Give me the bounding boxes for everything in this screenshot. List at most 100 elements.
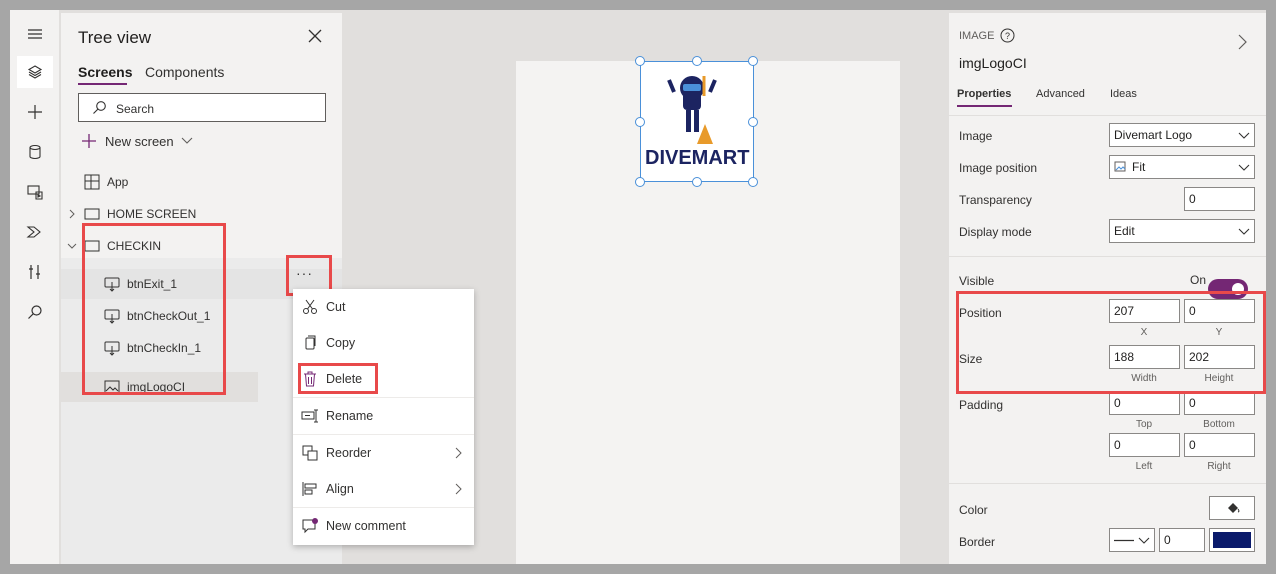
resize-handle[interactable] [748, 117, 758, 127]
left-rail [10, 10, 60, 564]
padding-label: Padding [959, 398, 1004, 412]
tree-item-app[interactable]: App [61, 167, 342, 197]
button-control-icon [104, 277, 120, 292]
resize-handle[interactable] [635, 56, 645, 66]
more-options-button[interactable]: ··· [296, 265, 313, 281]
border-label: Border [959, 535, 996, 549]
resize-handle[interactable] [748, 56, 758, 66]
data-cylinder-icon[interactable] [17, 136, 53, 168]
hamburger-menu-icon[interactable] [17, 18, 53, 50]
width-label: Width [1131, 373, 1157, 384]
resize-handle[interactable] [635, 177, 645, 187]
comment-icon [302, 518, 318, 534]
chevron-down-icon [1138, 537, 1150, 544]
reorder-icon [302, 445, 318, 461]
tab-ideas[interactable]: Ideas [1110, 88, 1137, 100]
divider [949, 115, 1266, 116]
height-input[interactable]: 202 [1184, 345, 1255, 369]
resize-handle[interactable] [692, 56, 702, 66]
tree-item-label: CHECKIN [107, 239, 162, 253]
menu-item-new-comment[interactable]: New comment [293, 508, 474, 544]
menu-item-cut[interactable]: Cut [293, 289, 474, 325]
logo-text: DIVEMART [645, 147, 749, 169]
bottom-label: Bottom [1203, 419, 1235, 430]
plus-icon [82, 134, 96, 148]
menu-item-rename[interactable]: Rename [293, 398, 474, 434]
power-automate-icon[interactable] [17, 216, 53, 248]
tab-screens[interactable]: Screens [78, 64, 132, 80]
border-color-swatch [1213, 532, 1251, 548]
new-screen-button[interactable]: New screen [81, 131, 193, 151]
display-mode-value: Edit [1114, 224, 1135, 238]
size-label: Size [959, 352, 983, 366]
search-icon[interactable] [17, 296, 53, 328]
chevron-down-icon [1238, 132, 1250, 139]
properties-panel: IMAGE ? imgLogoCI Properties Advanced Id… [949, 13, 1266, 564]
position-y-input[interactable]: 0 [1184, 299, 1255, 323]
menu-item-align[interactable]: Align [293, 471, 474, 507]
position-x-input[interactable]: 207 [1109, 299, 1180, 323]
help-icon[interactable]: ? [1000, 28, 1015, 43]
height-label: Height [1204, 373, 1234, 384]
align-icon [302, 482, 317, 496]
display-mode-dropdown[interactable]: Edit [1109, 219, 1255, 243]
trash-icon [304, 371, 316, 387]
image-dropdown[interactable]: Divemart Logo [1109, 123, 1255, 147]
display-mode-label: Display mode [959, 225, 1032, 239]
menu-item-delete[interactable]: Delete [293, 361, 474, 397]
app-frame: Tree view Screens Components Search New … [10, 10, 1266, 564]
copy-icon [305, 335, 316, 350]
chevron-right-icon [455, 483, 462, 495]
divider [949, 483, 1266, 484]
image-position-dropdown[interactable]: Fit [1109, 155, 1255, 179]
border-line-icon [1114, 539, 1134, 542]
divemart-logo-image: DIVEMART [645, 76, 749, 169]
screen-icon [84, 240, 100, 252]
x-label: X [1140, 327, 1148, 338]
app-grid-icon [84, 174, 100, 190]
advanced-tools-icon[interactable] [17, 256, 53, 288]
tree-view-title: Tree view [78, 28, 152, 47]
padding-top-input[interactable]: 0 [1109, 391, 1180, 415]
tree-view-layers-icon[interactable] [17, 56, 53, 88]
padding-bottom-input[interactable]: 0 [1184, 391, 1255, 415]
chevron-down-icon [1238, 164, 1250, 171]
resize-handle[interactable] [748, 177, 758, 187]
border-width-input[interactable]: 0 [1159, 528, 1205, 552]
visible-toggle[interactable] [1208, 279, 1248, 299]
resize-handle[interactable] [635, 117, 645, 127]
search-placeholder: Search [116, 102, 155, 116]
new-screen-label: New screen [105, 133, 174, 149]
tab-properties[interactable]: Properties [957, 88, 1011, 100]
menu-item-label: Reorder [326, 446, 372, 460]
insert-plus-icon[interactable] [17, 96, 53, 128]
rename-icon [301, 409, 318, 423]
border-style-dropdown[interactable] [1109, 528, 1155, 552]
tab-components[interactable]: Components [145, 64, 224, 80]
media-icon[interactable] [17, 176, 53, 208]
fit-image-icon [1114, 161, 1126, 172]
tree-item-imglogoci[interactable]: imgLogoCI [61, 372, 258, 402]
selected-image-logo[interactable]: DIVEMART [640, 61, 754, 182]
left-label: Left [1135, 461, 1153, 472]
tree-item-label: btnExit_1 [127, 277, 178, 291]
transparency-input[interactable]: 0 [1184, 187, 1255, 211]
width-input[interactable]: 188 [1109, 345, 1180, 369]
menu-item-copy[interactable]: Copy [293, 325, 474, 361]
padding-right-input[interactable]: 0 [1184, 433, 1255, 457]
close-icon[interactable] [307, 28, 323, 44]
chevron-right-icon[interactable] [1236, 34, 1248, 50]
search-input[interactable]: Search [78, 93, 326, 122]
tree-item-checkin[interactable]: CHECKIN [61, 231, 342, 261]
menu-item-reorder[interactable]: Reorder [293, 435, 474, 471]
padding-left-input[interactable]: 0 [1109, 433, 1180, 457]
tree-item-home-screen[interactable]: HOME SCREEN [61, 199, 342, 229]
resize-handle[interactable] [692, 177, 702, 187]
border-color-picker[interactable] [1209, 528, 1255, 552]
paint-bucket-icon [1228, 503, 1240, 513]
top-label: Top [1135, 419, 1153, 430]
screen-icon [84, 208, 100, 220]
color-picker[interactable] [1209, 496, 1255, 520]
menu-item-label: New comment [326, 519, 406, 533]
tab-advanced[interactable]: Advanced [1036, 88, 1085, 100]
